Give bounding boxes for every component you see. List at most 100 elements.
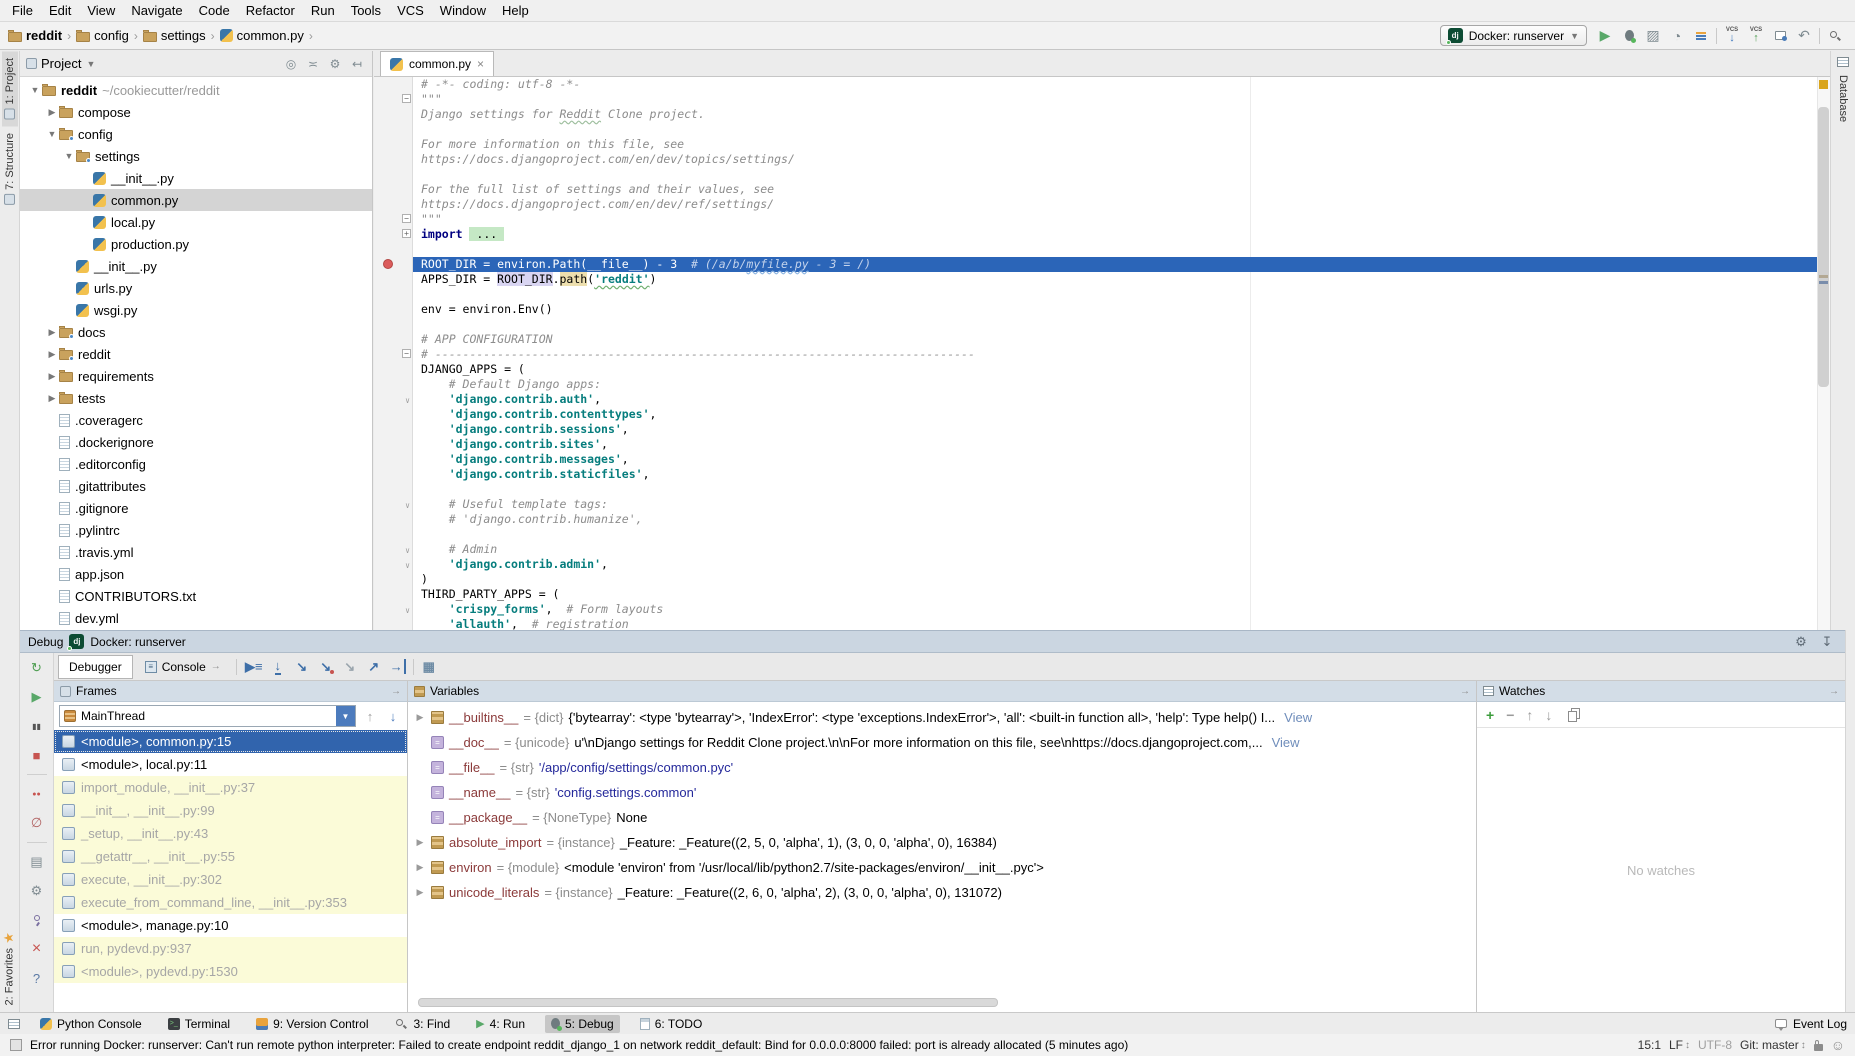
menu-navigate[interactable]: Navigate xyxy=(123,1,190,20)
tab-console[interactable]: ≡ Console → xyxy=(135,656,231,678)
code-line-30[interactable]: # 'django.contrib.humanize', xyxy=(374,512,1830,527)
breadcrumb-item-settings[interactable]: settings xyxy=(143,28,206,43)
tree-item-common-py[interactable]: common.py xyxy=(20,189,372,211)
lock-icon[interactable] xyxy=(1814,1044,1823,1051)
tree-item-local-py[interactable]: local.py xyxy=(20,211,372,233)
code-line-31[interactable] xyxy=(374,527,1830,542)
code-line-32[interactable]: ∨ # Admin xyxy=(374,542,1830,557)
tree-item--coveragerc[interactable]: .coveragerc xyxy=(20,409,372,431)
code-line-24[interactable]: 'django.contrib.sessions', xyxy=(374,422,1830,437)
rerun-button[interactable]: ↻ xyxy=(26,658,48,678)
code-line-23[interactable]: 'django.contrib.contenttypes', xyxy=(374,407,1830,422)
code-line-3[interactable]: Django settings for Reddit Clone project… xyxy=(374,107,1830,122)
variable-row-__package__[interactable]: =__package__ = {NoneType} None xyxy=(408,805,1476,830)
step-over-button[interactable]: ↓ xyxy=(266,656,290,678)
variable-row-unicode_literals[interactable]: ▶unicode_literals = {instance} _Feature:… xyxy=(408,880,1476,905)
tool-tab-favorites[interactable]: 2: Favorites ★ xyxy=(0,922,19,1012)
code-line-11[interactable]: +import ... xyxy=(374,227,1830,242)
tool-tab-terminal[interactable]: >_Terminal xyxy=(162,1015,236,1033)
tool-tab-9-version-control[interactable]: 9: Version Control xyxy=(250,1015,374,1033)
help-button[interactable]: ? xyxy=(26,968,48,988)
tree-item-dev-yml[interactable]: dev.yml xyxy=(20,607,372,629)
expand-icon[interactable]: ▶ xyxy=(414,887,426,898)
code-line-17[interactable] xyxy=(374,317,1830,332)
frame-row[interactable]: execute, __init__.py:302 xyxy=(54,868,407,891)
tool-tab-6-todo[interactable]: 6: TODO xyxy=(634,1015,709,1033)
tree-item--editorconfig[interactable]: .editorconfig xyxy=(20,453,372,475)
variable-row-__builtins__[interactable]: ▶__builtins__ = {dict} {'bytearray': <ty… xyxy=(408,705,1476,730)
code-line-35[interactable]: THIRD_PARTY_APPS = ( xyxy=(374,587,1830,602)
event-log-button[interactable]: Event Log xyxy=(1775,1017,1847,1031)
move-watch-up-button[interactable]: ↑ xyxy=(1526,707,1533,723)
tree-item--travis-yml[interactable]: .travis.yml xyxy=(20,541,372,563)
variable-row-absolute_import[interactable]: ▶absolute_import = {instance} _Feature: … xyxy=(408,830,1476,855)
tree-item-reddit[interactable]: ▶reddit xyxy=(20,343,372,365)
menu-vcs[interactable]: VCS xyxy=(389,1,432,20)
tree-item-config[interactable]: ▼config xyxy=(20,123,372,145)
tree-item--pylintrc[interactable]: .pylintrc xyxy=(20,519,372,541)
code-line-26[interactable]: 'django.contrib.messages', xyxy=(374,452,1830,467)
code-line-14[interactable]: APPS_DIR = ROOT_DIR.path('reddit') xyxy=(374,272,1830,287)
menu-code[interactable]: Code xyxy=(191,1,238,20)
tool-tab-4-run[interactable]: ▶4: Run xyxy=(470,1015,531,1033)
menu-file[interactable]: File xyxy=(4,1,41,20)
code-line-10[interactable]: −""" xyxy=(374,212,1830,227)
add-watch-button[interactable]: + xyxy=(1486,707,1494,723)
breadcrumb-item-common-py[interactable]: common.py xyxy=(220,28,304,43)
code-line-29[interactable]: ∨ # Useful template tags: xyxy=(374,497,1830,512)
step-into-button[interactable]: ↘ xyxy=(290,656,314,678)
breadcrumb-item-config[interactable]: config xyxy=(76,28,129,43)
code-line-5[interactable]: For more information on this file, see xyxy=(374,137,1830,152)
tool-tab-python-console[interactable]: Python Console xyxy=(34,1015,148,1033)
tool-tab-project[interactable]: 1: Project xyxy=(2,51,18,126)
tree-item-CONTRIBUTORS-txt[interactable]: CONTRIBUTORS.txt xyxy=(20,585,372,607)
settings-icon[interactable]: ⚙ xyxy=(326,57,344,71)
tree-item-compose[interactable]: ▶compose xyxy=(20,101,372,123)
tree-item-app-json[interactable]: app.json xyxy=(20,563,372,585)
settings-button[interactable]: ⚙ xyxy=(26,881,48,901)
code-editor[interactable]: # -*- coding: utf-8 -*-−"""Django settin… xyxy=(374,77,1830,630)
menu-window[interactable]: Window xyxy=(432,1,494,20)
code-line-1[interactable]: # -*- coding: utf-8 -*- xyxy=(374,77,1830,92)
frame-row[interactable]: <module>, pydevd.py:1530 xyxy=(54,960,407,983)
code-line-20[interactable]: DJANGO_APPS = ( xyxy=(374,362,1830,377)
frame-row[interactable]: __getattr__, __init__.py:55 xyxy=(54,845,407,868)
frame-row[interactable]: run, pydevd.py:937 xyxy=(54,937,407,960)
frame-row[interactable]: execute_from_command_line, __init__.py:3… xyxy=(54,891,407,914)
code-line-6[interactable]: https://docs.djangoproject.com/en/dev/to… xyxy=(374,152,1830,167)
frame-row[interactable]: <module>, common.py:15 xyxy=(54,730,407,753)
close-button[interactable]: × xyxy=(26,939,48,959)
move-watch-down-button[interactable]: ↓ xyxy=(1545,707,1552,723)
expand-icon[interactable]: ▶ xyxy=(414,837,426,848)
tree-item-urls-py[interactable]: urls.py xyxy=(20,277,372,299)
code-line-28[interactable] xyxy=(374,482,1830,497)
step-out-button[interactable]: ↗ xyxy=(362,656,386,678)
code-line-9[interactable]: https://docs.djangoproject.com/en/dev/re… xyxy=(374,197,1830,212)
breakpoint-icon[interactable] xyxy=(383,259,393,269)
code-line-19[interactable]: −# -------------------------------------… xyxy=(374,347,1830,362)
code-line-13[interactable]: ROOT_DIR = environ.Path(__file__) - 3 # … xyxy=(374,257,1830,272)
tool-window-switcher-icon[interactable] xyxy=(8,1019,20,1029)
recent-changes-button[interactable] xyxy=(1768,25,1792,47)
code-line-12[interactable] xyxy=(374,242,1830,257)
code-line-2[interactable]: −""" xyxy=(374,92,1830,107)
resume-button[interactable]: ▶ xyxy=(26,687,48,707)
variable-row-__name__[interactable]: =__name__ = {str} 'config.settings.commo… xyxy=(408,780,1476,805)
previous-frame-button[interactable]: ↑ xyxy=(361,709,379,724)
next-frame-button[interactable]: ↓ xyxy=(384,709,402,724)
tree-item-wsgi-py[interactable]: wsgi.py xyxy=(20,299,372,321)
profiler-button[interactable]: ◔ xyxy=(1665,25,1689,47)
coverage-button[interactable]: ▨ xyxy=(1641,25,1665,47)
code-line-25[interactable]: 'django.contrib.sites', xyxy=(374,437,1830,452)
view-link[interactable]: View xyxy=(1272,735,1300,750)
frame-row[interactable]: __init__, __init__.py:99 xyxy=(54,799,407,822)
tree-item-docs[interactable]: ▶docs xyxy=(20,321,372,343)
pause-button[interactable]: ▮▮ xyxy=(26,716,48,736)
step-into-my-code-button[interactable]: ↘ xyxy=(314,656,338,678)
editor-scrollbar[interactable] xyxy=(1817,77,1830,630)
restore-layout-button[interactable]: ▤ xyxy=(26,852,48,872)
vcs-commit-button[interactable]: VCS↑ xyxy=(1744,25,1768,47)
run-to-cursor-button[interactable]: → xyxy=(386,656,410,678)
tab-debugger[interactable]: Debugger xyxy=(58,655,133,679)
code-line-27[interactable]: 'django.contrib.staticfiles', xyxy=(374,467,1830,482)
